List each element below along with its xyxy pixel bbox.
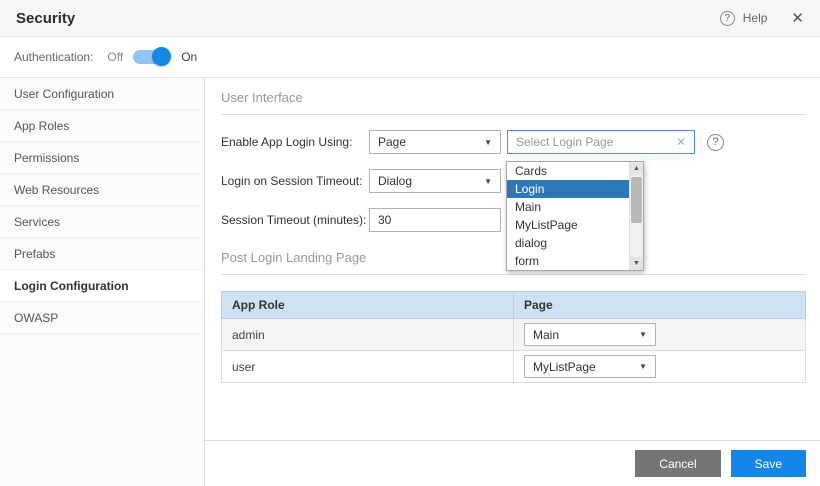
login-page-combobox[interactable]: Select Login Page ✕ [507, 130, 695, 154]
sidebar-item-owasp[interactable]: OWASP [0, 302, 204, 334]
section-user-interface: User Interface [221, 90, 806, 115]
sidebar-item-user-configuration[interactable]: User Configuration [0, 78, 204, 110]
session-timeout-input[interactable] [369, 208, 501, 232]
sidebar-item-web-resources[interactable]: Web Resources [0, 174, 204, 206]
security-dialog: Security ? Help ✕ Authentication: Off On… [0, 0, 820, 486]
login-page-placeholder: Select Login Page [516, 135, 613, 149]
dropdown-option-dialog[interactable]: dialog [507, 234, 629, 252]
sidebar-item-services[interactable]: Services [0, 206, 204, 238]
chevron-down-icon: ▼ [484, 177, 492, 186]
dropdown-option-cards[interactable]: Cards [507, 162, 629, 180]
scroll-up-icon[interactable]: ▲ [630, 162, 643, 175]
sidebar: User Configuration App Roles Permissions… [0, 78, 205, 486]
scrollbar-thumb[interactable] [631, 177, 642, 223]
title-bar: Security ? Help ✕ [0, 0, 820, 37]
user-page-value: MyListPage [533, 360, 596, 374]
dropdown-option-main[interactable]: Main [507, 198, 629, 216]
cancel-button[interactable]: Cancel [635, 450, 720, 477]
sidebar-item-prefabs[interactable]: Prefabs [0, 238, 204, 270]
table-row: user MyListPage ▼ [222, 351, 806, 383]
toggle-on-label: On [181, 50, 197, 64]
toggle-off-label: Off [107, 50, 123, 64]
dropdown-option-login[interactable]: Login [507, 180, 629, 198]
chevron-down-icon: ▼ [639, 330, 647, 339]
enable-app-login-row: Enable App Login Using: Page ▼ Select Lo… [221, 130, 806, 154]
table-row: admin Main ▼ [222, 319, 806, 351]
admin-page-select[interactable]: Main ▼ [524, 323, 656, 346]
toggle-knob [152, 47, 171, 66]
sidebar-item-app-roles[interactable]: App Roles [0, 110, 204, 142]
footer-bar: Cancel Save [205, 440, 820, 486]
close-icon[interactable]: ✕ [791, 9, 804, 27]
sidebar-item-login-configuration[interactable]: Login Configuration [0, 270, 204, 302]
app-role-cell: user [222, 351, 514, 383]
dropdown-option-form[interactable]: form [507, 252, 629, 270]
save-button[interactable]: Save [731, 450, 806, 477]
timeout-action-value: Dialog [378, 174, 412, 188]
login-mode-value: Page [378, 135, 406, 149]
column-header-app-role: App Role [222, 292, 514, 319]
login-mode-select[interactable]: Page ▼ [369, 130, 501, 154]
chevron-down-icon: ▼ [484, 138, 492, 147]
clear-icon[interactable]: ✕ [676, 135, 686, 149]
sidebar-item-permissions[interactable]: Permissions [0, 142, 204, 174]
admin-page-value: Main [533, 328, 559, 342]
authentication-toggle[interactable] [133, 50, 169, 64]
landing-page-table: App Role Page admin Main ▼ user MyListPa… [221, 291, 806, 383]
authentication-bar: Authentication: Off On [0, 37, 820, 78]
dropdown-option-mylistpage[interactable]: MyListPage [507, 216, 629, 234]
chevron-down-icon: ▼ [639, 362, 647, 371]
help-link[interactable]: Help [743, 11, 768, 25]
timeout-action-select[interactable]: Dialog ▼ [369, 169, 501, 193]
dropdown-scrollbar[interactable]: ▲ ▼ [629, 162, 643, 270]
login-on-timeout-label: Login on Session Timeout: [221, 174, 369, 188]
enable-app-login-label: Enable App Login Using: [221, 135, 369, 149]
session-timeout-label: Session Timeout (minutes): [221, 213, 369, 227]
field-help-icon[interactable]: ? [707, 134, 724, 151]
login-page-dropdown-list: Cards Login Main MyListPage dialog form … [506, 161, 644, 271]
user-page-select[interactable]: MyListPage ▼ [524, 355, 656, 378]
help-icon[interactable]: ? [720, 11, 735, 26]
main-panel: User Interface Enable App Login Using: P… [205, 78, 820, 486]
app-role-cell: admin [222, 319, 514, 351]
scroll-down-icon[interactable]: ▼ [630, 257, 643, 270]
page-title: Security [16, 10, 75, 27]
column-header-page: Page [514, 292, 806, 319]
authentication-label: Authentication: [14, 50, 93, 64]
